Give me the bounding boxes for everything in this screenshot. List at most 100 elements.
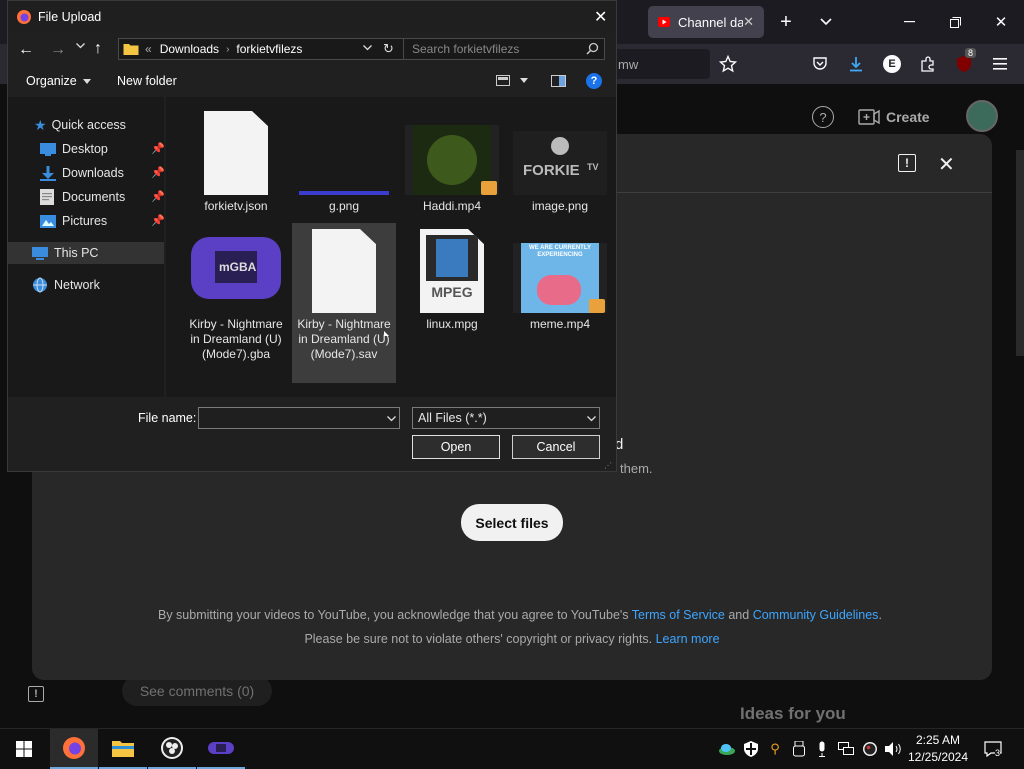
address-breadcrumb-bar[interactable]: « Downloads › forkietvfilezs ↻ [118, 38, 404, 60]
file-item[interactable]: mGBA Kirby - Nightmare in Dreamland (U)(… [184, 229, 288, 362]
nav-item-this-pc[interactable]: This PC [8, 242, 164, 264]
select-files-button[interactable]: Select files [461, 504, 563, 541]
network-ethernet-icon[interactable] [836, 739, 856, 759]
pin-icon[interactable]: 📌 [151, 166, 165, 179]
notification-center-icon[interactable]: 3 [982, 739, 1004, 759]
taskbar-obs[interactable] [148, 729, 196, 769]
volume-speaker-icon[interactable] [884, 739, 904, 759]
nav-item-quick-access[interactable]: ★ Quick access [8, 114, 164, 136]
firefox-logo-icon [16, 9, 32, 25]
see-comments-button[interactable]: See comments (0) [122, 676, 272, 706]
microphone-icon[interactable] [812, 739, 832, 759]
change-view-icon[interactable] [496, 75, 510, 86]
file-item[interactable]: Haddi.mp4 [400, 111, 504, 214]
new-tab-plus-icon[interactable]: + [775, 11, 797, 33]
breadcrumb-overflow[interactable]: « [145, 42, 152, 56]
file-type-filter-select[interactable]: All Files (*.*) [412, 407, 600, 429]
learn-more-link[interactable]: Learn more [656, 632, 720, 646]
dialog-footer: File name: All Files (*.*) Open Cancel ⋰ [8, 397, 616, 471]
nav-item-downloads[interactable]: Downloads 📌 [8, 162, 165, 184]
url-bar[interactable]: mw [610, 49, 710, 79]
obs-studio-icon [161, 737, 183, 759]
breadcrumb-downloads[interactable]: Downloads [160, 42, 219, 56]
file-item[interactable]: MPEG linux.mpg [400, 229, 504, 332]
star-icon: ★ [34, 116, 47, 133]
view-options-dropdown-icon[interactable] [520, 78, 528, 83]
refresh-icon[interactable]: ↻ [383, 41, 394, 57]
pin-icon[interactable]: 📌 [151, 190, 165, 203]
community-guidelines-link[interactable]: Community Guidelines [753, 608, 879, 622]
list-tabs-chevron-icon[interactable] [815, 11, 837, 33]
file-item[interactable]: g.png [292, 111, 396, 214]
hamburger-menu-icon[interactable] [989, 53, 1011, 75]
resize-grip-icon[interactable]: ⋰ [604, 461, 612, 470]
file-name-input[interactable] [198, 407, 400, 429]
notification-count: 3 [995, 748, 1001, 758]
pictures-icon [40, 214, 56, 228]
nav-item-documents[interactable]: Documents 📌 [8, 186, 165, 208]
forward-arrow-icon[interactable]: → [50, 41, 66, 59]
close-modal-icon[interactable]: ✕ [938, 152, 955, 177]
downloads-arrow-icon[interactable] [845, 53, 867, 75]
feedback-icon[interactable]: ! [28, 686, 44, 702]
organize-button[interactable]: Organize [26, 74, 91, 88]
bookmark-star-icon[interactable] [717, 53, 739, 75]
usb-device-icon[interactable] [789, 739, 809, 759]
nav-label: Desktop [62, 142, 108, 156]
file-name-dropdown-icon[interactable] [387, 416, 396, 422]
extensions-puzzle-icon[interactable] [917, 53, 939, 75]
close-tab-icon[interactable]: ✕ [743, 14, 754, 30]
minimize-window-icon[interactable] [898, 11, 920, 33]
start-button[interactable] [0, 729, 48, 769]
taskbar-firefox[interactable] [50, 729, 98, 769]
nav-item-desktop[interactable]: Desktop 📌 [8, 138, 165, 160]
extension-e-icon[interactable]: E [881, 53, 903, 75]
nav-item-network[interactable]: Network [8, 274, 164, 296]
open-button[interactable]: Open [412, 435, 500, 459]
breadcrumb-separator-icon[interactable]: › [226, 44, 229, 55]
clock-date: 12/25/2024 [907, 750, 969, 764]
pin-icon[interactable]: 📌 [151, 214, 165, 227]
close-dialog-icon[interactable]: ✕ [594, 7, 607, 27]
terms-line: By submitting your videos to YouTube, yo… [158, 608, 882, 622]
file-item-selected[interactable]: Kirby - Nightmare in Dreamland (U)(Mode7… [292, 223, 396, 383]
help-icon[interactable]: ? [586, 73, 602, 89]
breadcrumb-forkietvfilezs[interactable]: forkietvfilezs [236, 42, 302, 56]
windows-security-shield-icon[interactable] [741, 739, 761, 759]
page-scrollbar[interactable] [1016, 150, 1024, 356]
close-window-icon[interactable]: ✕ [990, 11, 1012, 33]
back-arrow-icon[interactable]: ← [18, 41, 34, 59]
system-clock[interactable]: 2:25 AM 12/25/2024 [906, 732, 970, 766]
file-item[interactable]: FORKIE TV image.png [508, 111, 612, 214]
search-key-icon[interactable]: ⚲ [765, 739, 785, 759]
mouse-cursor [384, 331, 389, 336]
restore-window-icon[interactable] [944, 11, 966, 33]
address-dropdown-chevron-icon[interactable] [363, 45, 372, 51]
search-folder-input[interactable]: Search forkietvfilezs [403, 38, 605, 60]
preview-pane-icon[interactable] [551, 75, 566, 87]
recent-locations-chevron-icon[interactable] [76, 43, 85, 49]
create-button[interactable]: Create [858, 102, 946, 132]
new-folder-button[interactable]: New folder [117, 74, 177, 88]
pin-icon[interactable]: 📌 [151, 142, 165, 155]
help-question-icon[interactable]: ? [812, 106, 834, 128]
report-feedback-icon[interactable]: ! [898, 154, 916, 172]
ublock-shield-icon[interactable]: 8 [953, 48, 977, 75]
mpeg-file-icon: MPEG [420, 229, 484, 313]
folder-icon [123, 42, 139, 56]
browser-tab-active[interactable]: Channel da ✕ [648, 6, 764, 38]
taskbar-mgba[interactable] [197, 729, 245, 769]
pocket-icon[interactable] [809, 53, 831, 75]
obs-tray-icon[interactable] [860, 739, 880, 759]
taskbar-file-explorer[interactable] [99, 729, 147, 769]
file-name: linux.mpg [426, 317, 478, 331]
terms-of-service-link[interactable]: Terms of Service [632, 608, 725, 622]
file-item[interactable]: WE ARE CURRENTLY EXPERIENCING meme.mp4 [508, 229, 612, 332]
file-item[interactable]: forkietv.json [184, 111, 288, 214]
onedrive-sync-icon[interactable] [717, 739, 737, 759]
nav-item-pictures[interactable]: Pictures 📌 [8, 210, 165, 232]
account-avatar[interactable] [966, 100, 998, 132]
up-folder-arrow-icon[interactable]: ↑ [94, 40, 102, 58]
nav-label: Documents [62, 190, 126, 204]
cancel-button[interactable]: Cancel [512, 435, 600, 459]
